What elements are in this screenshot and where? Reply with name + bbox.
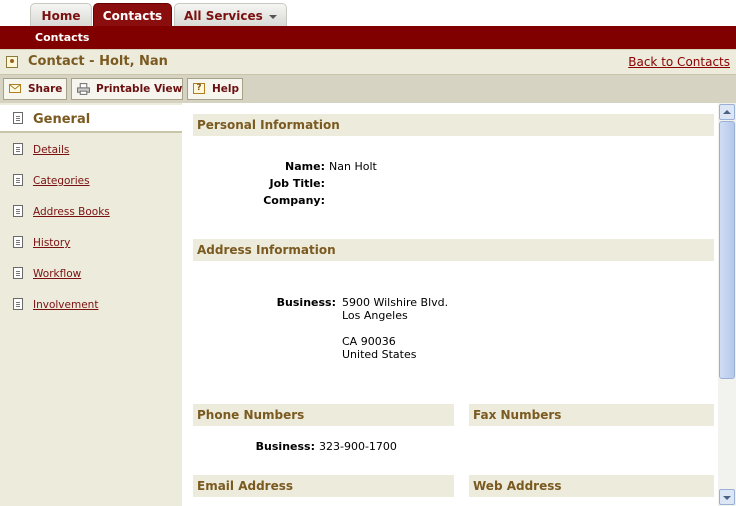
document-icon <box>13 205 23 217</box>
envelope-icon <box>9 84 21 93</box>
phone-business-value: 323-900-1700 <box>319 440 397 453</box>
document-icon <box>13 267 23 279</box>
help-button-label: Help <box>212 83 240 95</box>
section-title: Address Information <box>197 243 336 257</box>
personal-information-header: Personal Information <box>193 114 714 136</box>
address-line-4: United States <box>342 348 417 361</box>
document-icon <box>13 236 23 248</box>
subnav-contacts[interactable]: Contacts <box>35 31 89 44</box>
sidebar-item-address-books[interactable]: Address Books <box>0 203 182 223</box>
phone-business-label: Business: <box>255 440 315 453</box>
sub-navigation-bar: Contacts <box>0 26 736 49</box>
chevron-down-icon <box>723 496 731 500</box>
sidebar-item-general[interactable]: General <box>0 105 182 133</box>
sidebar-item-involvement[interactable]: Involvement <box>0 296 182 316</box>
address-line-2: Los Angeles <box>342 309 408 322</box>
email-address-header: Email Address <box>193 475 454 497</box>
scroll-down-arrow[interactable] <box>719 489 735 505</box>
document-icon <box>13 143 23 155</box>
sidebar-item-history[interactable]: History <box>0 234 182 254</box>
sidebar-item-label: Categories <box>33 175 90 187</box>
printable-view-button[interactable]: Printable View <box>71 78 183 100</box>
tab-contacts-label: Contacts <box>102 9 163 23</box>
chevron-down-icon <box>268 14 277 19</box>
contact-detail-panel: Personal Information Name: Nan Holt Job … <box>182 103 718 506</box>
chevron-up-icon <box>723 110 731 114</box>
fax-numbers-header: Fax Numbers <box>469 404 714 426</box>
name-value: Nan Holt <box>329 160 377 173</box>
toolbar: Share Printable View ? Help <box>0 75 736 103</box>
document-icon <box>13 298 23 310</box>
page-title: Contact - Holt, Nan <box>28 54 168 69</box>
scroll-up-arrow[interactable] <box>719 104 735 120</box>
main-tab-bar: Home Contacts All Services <box>0 0 736 26</box>
section-title: Phone Numbers <box>197 408 305 422</box>
company-label: Company: <box>263 194 325 207</box>
name-label: Name: <box>285 160 325 173</box>
web-address-header: Web Address <box>469 475 714 497</box>
share-button-label: Share <box>28 83 63 95</box>
section-title: Personal Information <box>197 118 340 132</box>
job-title-label: Job Title: <box>269 177 325 190</box>
tab-all-services-label: All Services <box>184 9 263 23</box>
phone-numbers-header: Phone Numbers <box>193 404 454 426</box>
back-to-contacts-link[interactable]: Back to Contacts <box>628 55 730 69</box>
tab-home-label: Home <box>41 9 81 23</box>
sidebar-item-label: Address Books <box>33 206 110 218</box>
section-title: Web Address <box>473 479 562 493</box>
scroll-thumb[interactable] <box>719 121 735 379</box>
sidebar-item-details[interactable]: Details <box>0 141 182 161</box>
sidebar-item-general-label: General <box>33 112 91 127</box>
page-title-bar: Contact - Holt, Nan Back to Contacts <box>0 49 736 75</box>
help-button[interactable]: ? Help <box>187 78 243 100</box>
address-line-3: CA 90036 <box>342 335 396 348</box>
sidebar-item-label: History <box>33 237 71 249</box>
sidebar-item-label: Involvement <box>33 299 99 311</box>
tab-contacts[interactable]: Contacts <box>93 3 172 26</box>
address-information-header: Address Information <box>193 239 714 261</box>
share-button[interactable]: Share <box>3 78 67 100</box>
tab-all-services[interactable]: All Services <box>174 3 287 26</box>
sidebar-item-categories[interactable]: Categories <box>0 172 182 192</box>
printer-icon <box>77 83 90 95</box>
sidebar: General Details Categories Address Books… <box>0 103 182 506</box>
sidebar-item-label: Workflow <box>33 268 82 280</box>
section-title: Email Address <box>197 479 294 493</box>
document-icon <box>13 112 23 124</box>
section-title: Fax Numbers <box>473 408 562 422</box>
address-line-1: 5900 Wilshire Blvd. <box>342 296 449 309</box>
printable-view-label: Printable View <box>96 83 183 95</box>
address-business-label: Business: <box>276 296 336 309</box>
vertical-scrollbar[interactable] <box>718 103 736 506</box>
help-icon: ? <box>193 83 205 94</box>
sidebar-item-workflow[interactable]: Workflow <box>0 265 182 285</box>
sidebar-item-label: Details <box>33 144 70 156</box>
document-icon <box>13 174 23 186</box>
contact-card-icon <box>6 56 18 68</box>
tab-home[interactable]: Home <box>30 3 92 26</box>
